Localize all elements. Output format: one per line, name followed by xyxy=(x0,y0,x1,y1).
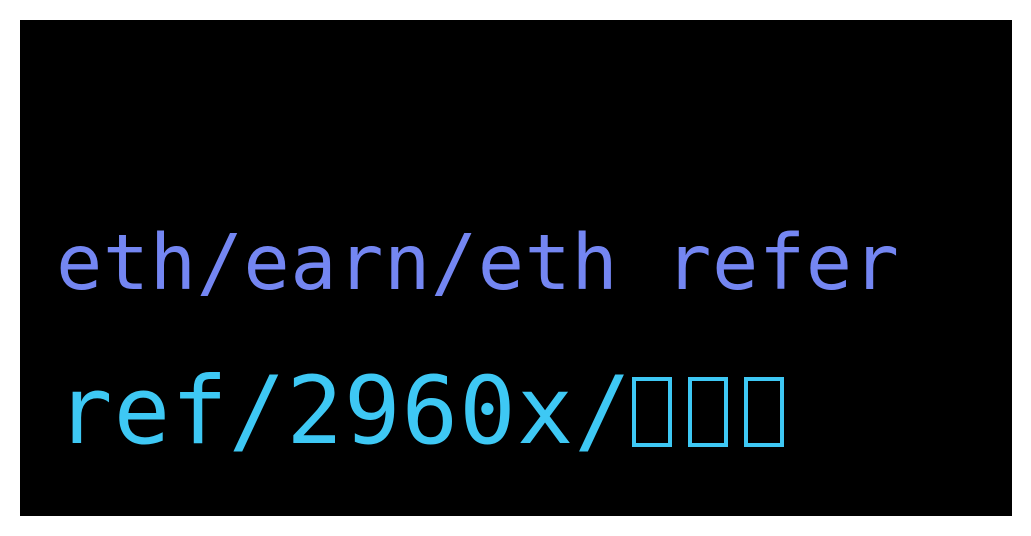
path-line-bottom: ref/2960x/ xyxy=(56,365,800,459)
path-text-top: eth/earn/eth refer xyxy=(56,219,900,308)
missing-glyph-box xyxy=(631,377,672,447)
missing-glyph-box xyxy=(687,377,728,447)
path-line-top: eth/earn/eth refer xyxy=(56,225,899,302)
path-text-bottom: ref/2960x/ xyxy=(56,357,632,466)
missing-glyph-box xyxy=(743,377,784,447)
banner-canvas: eth/earn/eth refer ref/2960x/ xyxy=(20,20,1012,516)
